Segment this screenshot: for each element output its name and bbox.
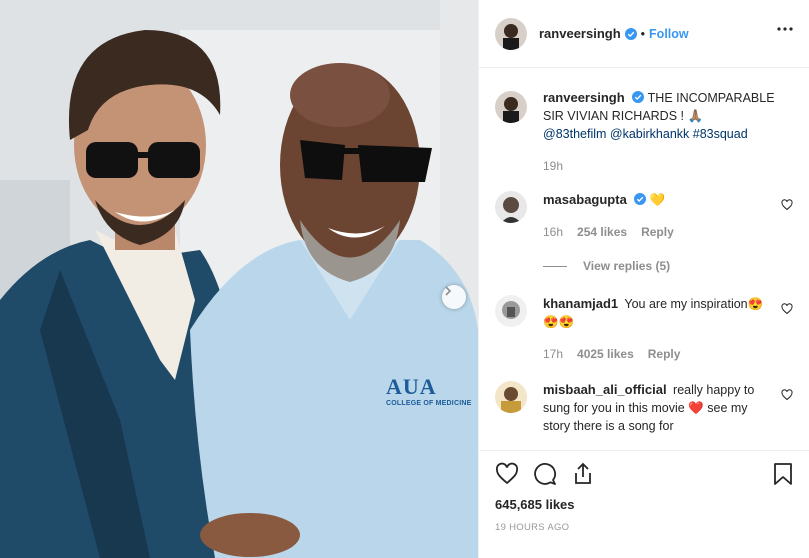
comment-username[interactable]: masabagupta: [543, 192, 627, 207]
heart-icon[interactable]: [781, 199, 793, 211]
view-replies-label: View replies (5): [583, 259, 671, 273]
heart-icon: [495, 462, 519, 485]
caption-time: 19h: [543, 157, 793, 175]
reply-button[interactable]: Reply: [648, 347, 681, 361]
list-item: masabagupta 💛 16h 254 likes Reply: [495, 191, 793, 241]
avatar[interactable]: [495, 295, 527, 327]
follow-button[interactable]: Follow: [649, 27, 689, 41]
avatar[interactable]: [495, 17, 527, 50]
avatar[interactable]: [495, 191, 527, 223]
save-button[interactable]: [773, 462, 793, 486]
post-photo[interactable]: AUA COLLEGE OF MEDICINE: [0, 0, 478, 558]
comments-list[interactable]: ranveersingh THE INCOMPARABLE SIR VIVIAN …: [479, 69, 809, 450]
post-timestamp: 19 HOURS AGO: [495, 522, 570, 533]
heart-icon[interactable]: [781, 389, 793, 401]
caption-body: ranveersingh THE INCOMPARABLE SIR VIVIAN …: [543, 90, 793, 175]
more-options-icon[interactable]: [777, 27, 793, 31]
comment-likes[interactable]: 4025 likes: [577, 347, 634, 361]
action-icons: [495, 451, 793, 497]
heart-icon[interactable]: [781, 303, 793, 315]
post-side-panel: ranveersingh • Follow ranveersingh THE IN…: [478, 0, 809, 558]
post-username[interactable]: ranveersingh: [539, 26, 621, 41]
divider: [543, 265, 567, 267]
avatar[interactable]: [495, 91, 527, 123]
comment-time: 17h: [543, 347, 564, 361]
comment-button[interactable]: [533, 462, 557, 486]
shirt-logo-subtext: COLLEGE OF MEDICINE: [386, 400, 472, 407]
share-icon: [575, 462, 591, 484]
share-button[interactable]: [571, 462, 595, 486]
shirt-logo: AUA COLLEGE OF MEDICINE: [386, 374, 474, 407]
comment-body: masabagupta 💛 16h 254 likes Reply: [543, 191, 793, 241]
list-item: misbaah_ali_official really happy to sun…: [495, 381, 793, 435]
like-button[interactable]: [495, 462, 519, 486]
comment-username[interactable]: khanamjad1: [543, 296, 618, 311]
comment-meta: 16h 254 likes Reply: [543, 223, 769, 241]
next-photo-button[interactable]: [442, 285, 466, 309]
comment-body: misbaah_ali_official really happy to sun…: [543, 381, 793, 435]
caption-mentions[interactable]: @83thefilm @kabirkhankk #83squad: [543, 125, 793, 143]
comment-bubble-icon: [534, 463, 556, 485]
caption-time-text: 19h: [543, 159, 564, 173]
chevron-right-icon: [445, 286, 452, 296]
comment-text: 💛: [649, 193, 666, 207]
comment-time: 16h: [543, 225, 564, 239]
separator-dot: •: [640, 26, 646, 41]
verified-badge-icon: [633, 193, 646, 205]
photo-illustration: [0, 0, 478, 558]
verified-badge-icon: [631, 91, 644, 103]
view-replies-button[interactable]: View replies (5): [543, 259, 793, 273]
comment-body: khanamjad1 You are my inspiration😍😍😍 17h…: [543, 295, 793, 363]
post-actions: 645,685 likes 19 HOURS AGO: [479, 450, 809, 558]
post-header: ranveersingh • Follow: [479, 0, 809, 68]
avatar[interactable]: [495, 381, 527, 413]
shirt-logo-text: AUA: [386, 374, 437, 399]
comment-likes[interactable]: 254 likes: [577, 225, 627, 239]
reply-button[interactable]: Reply: [641, 225, 674, 239]
post-dialog: AUA COLLEGE OF MEDICINE ranveersingh • F…: [0, 0, 809, 558]
comment-username[interactable]: misbaah_ali_official: [543, 382, 667, 397]
bookmark-icon: [774, 463, 792, 485]
likes-count[interactable]: 645,685 likes: [495, 497, 793, 512]
list-item: khanamjad1 You are my inspiration😍😍😍 17h…: [495, 295, 793, 363]
caption: ranveersingh THE INCOMPARABLE SIR VIVIAN …: [495, 90, 793, 175]
verified-badge-icon: [624, 27, 637, 40]
caption-username[interactable]: ranveersingh: [543, 90, 625, 105]
comment-meta: 17h 4025 likes Reply: [543, 345, 769, 363]
